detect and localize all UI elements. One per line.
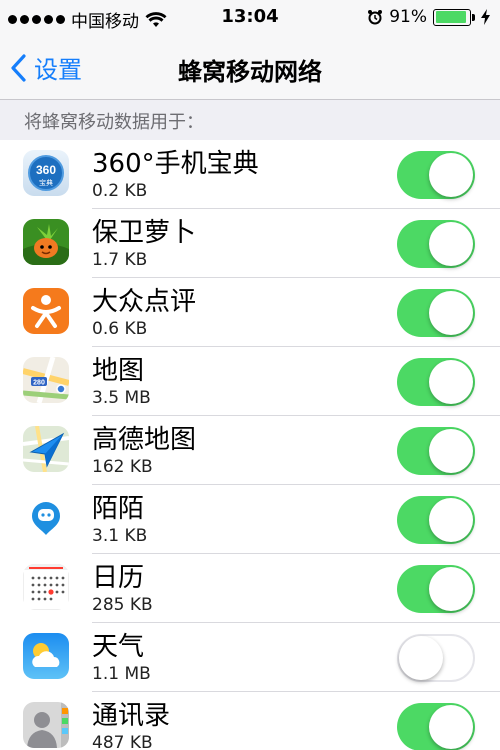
app-name: 高德地图 — [92, 425, 197, 455]
page-title: 蜂窝移动网络 — [178, 58, 322, 86]
cellular-toggle[interactable] — [397, 565, 475, 613]
app-data-usage: 0.2 KB — [92, 181, 148, 201]
app-name: 大众点评 — [92, 287, 197, 317]
app-data-usage: 0.6 KB — [92, 319, 148, 339]
cellular-toggle[interactable] — [397, 703, 475, 750]
app-data-usage: 1.7 KB — [92, 250, 148, 270]
cellular-toggle[interactable] — [397, 289, 475, 337]
app-name: 保卫萝卜 — [92, 218, 197, 248]
app-data-usage: 162 KB — [92, 457, 153, 477]
list-item: 日历 285 KB — [0, 554, 500, 623]
app-data-usage: 3.5 MB — [92, 388, 151, 408]
weather-icon — [23, 633, 69, 679]
app-name: 日历 — [92, 563, 145, 593]
app-name: 地图 — [92, 356, 145, 386]
dianping-icon — [23, 288, 69, 334]
app-data-usage: 3.1 KB — [92, 526, 148, 546]
battery-percentage: 91% — [389, 7, 427, 27]
list-item: 高德地图 162 KB — [0, 416, 500, 485]
cellular-toggle[interactable] — [397, 427, 475, 475]
app-name: 360°手机宝典 — [92, 149, 259, 179]
battery-icon — [433, 8, 475, 26]
list-item: 280 地图 3.5 MB — [0, 347, 500, 416]
app-list: 360 宝典 360°手机宝典 0.2 KB 保卫萝卜 1.7 KB 大众点评 … — [0, 140, 500, 750]
svg-text:360: 360 — [36, 163, 56, 177]
calendar-icon — [23, 564, 69, 610]
maps-icon: 280 — [23, 357, 69, 403]
list-item: 通讯录 487 KB — [0, 692, 500, 750]
list-item: 大众点评 0.6 KB — [0, 278, 500, 347]
app-name: 陌陌 — [92, 494, 145, 524]
cellular-toggle[interactable] — [397, 358, 475, 406]
list-item: 陌陌 3.1 KB — [0, 485, 500, 554]
svg-text:280: 280 — [33, 380, 45, 387]
amap-icon — [23, 426, 69, 472]
alarm-clock-icon — [368, 10, 383, 25]
app-name: 天气 — [92, 632, 145, 662]
app-name: 通讯录 — [92, 701, 171, 731]
momo-icon — [23, 495, 69, 541]
list-item: 保卫萝卜 1.7 KB — [0, 209, 500, 278]
cellular-toggle[interactable] — [397, 220, 475, 268]
list-item: 天气 1.1 MB — [0, 623, 500, 692]
cellular-toggle[interactable] — [397, 151, 475, 199]
app-data-usage: 487 KB — [92, 733, 153, 750]
360-security-icon: 360 宝典 — [23, 150, 69, 196]
app-data-usage: 285 KB — [92, 595, 153, 615]
app-data-usage: 1.1 MB — [92, 664, 151, 684]
cellular-toggle[interactable] — [397, 634, 475, 682]
charging-bolt-icon — [481, 9, 490, 25]
section-header: 将蜂窝移动数据用于： — [0, 100, 500, 140]
list-item: 360 宝典 360°手机宝典 0.2 KB — [0, 140, 500, 209]
carrot-defense-icon — [23, 219, 69, 265]
status-right: 91% — [367, 7, 490, 27]
cellular-toggle[interactable] — [397, 496, 475, 544]
svg-text:宝典: 宝典 — [39, 178, 53, 187]
navigation-bar: 设置 蜂窝移动网络 — [0, 36, 500, 100]
status-bar: 中国移动 13:04 91% — [0, 0, 500, 36]
contacts-icon — [23, 702, 69, 748]
